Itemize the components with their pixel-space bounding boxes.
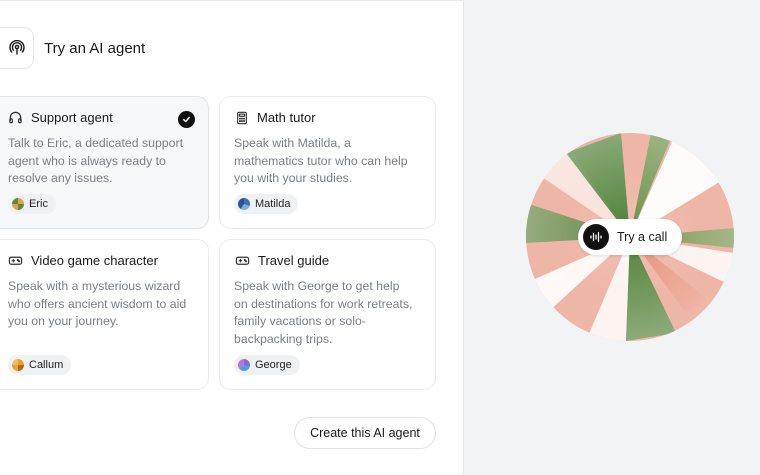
try-call-label: Try a call: [617, 230, 668, 244]
agent-description: Speak with George to get help on destina…: [234, 279, 413, 346]
agent-card-math-tutor[interactable]: Math tutor Speak with Matilda, a mathema…: [219, 96, 436, 229]
voice-chip: Matilda: [234, 194, 299, 214]
agent-card-video-game-character[interactable]: Video game character Speak with a myster…: [0, 239, 209, 390]
divider: [0, 0, 463, 1]
agent-description: Speak with Matilda, a mathematics tutor …: [234, 136, 408, 185]
try-call-button[interactable]: Try a call: [578, 219, 682, 255]
page-title: Try an AI agent: [44, 39, 146, 57]
avatar: [12, 198, 24, 210]
agent-title: Travel guide: [258, 253, 330, 268]
gamepad-icon: [235, 256, 250, 265]
create-agent-button[interactable]: Create this AI agent: [294, 417, 436, 449]
check-icon: [178, 111, 195, 128]
agent-title: Video game character: [31, 253, 158, 268]
avatar: [238, 359, 250, 371]
agent-card-travel-guide[interactable]: Travel guide Speak with George to get he…: [219, 239, 436, 390]
gamepad-icon: [8, 256, 23, 265]
agent-description: Speak with a mysterious wizard who offer…: [8, 279, 187, 328]
agent-selector-panel: Try an AI agent Support agent Talk to Er…: [0, 0, 463, 475]
agent-card-support[interactable]: Support agent Talk to Eric, a dedicated …: [0, 96, 209, 229]
podcast-icon: [0, 27, 34, 69]
agent-description: Talk to Eric, a dedicated support agent …: [8, 136, 183, 185]
panel-header: Try an AI agent: [0, 27, 145, 69]
agent-title: Support agent: [31, 110, 113, 125]
voice-chip: George: [234, 355, 300, 375]
headphones-icon: [9, 111, 22, 124]
soundwave-icon: [583, 224, 609, 250]
voice-chip: Callum: [8, 355, 72, 375]
voice-chip: Eric: [8, 194, 56, 214]
agent-title: Math tutor: [257, 110, 316, 125]
calculator-icon: [237, 111, 247, 124]
avatar: [12, 359, 24, 371]
avatar: [238, 198, 250, 210]
